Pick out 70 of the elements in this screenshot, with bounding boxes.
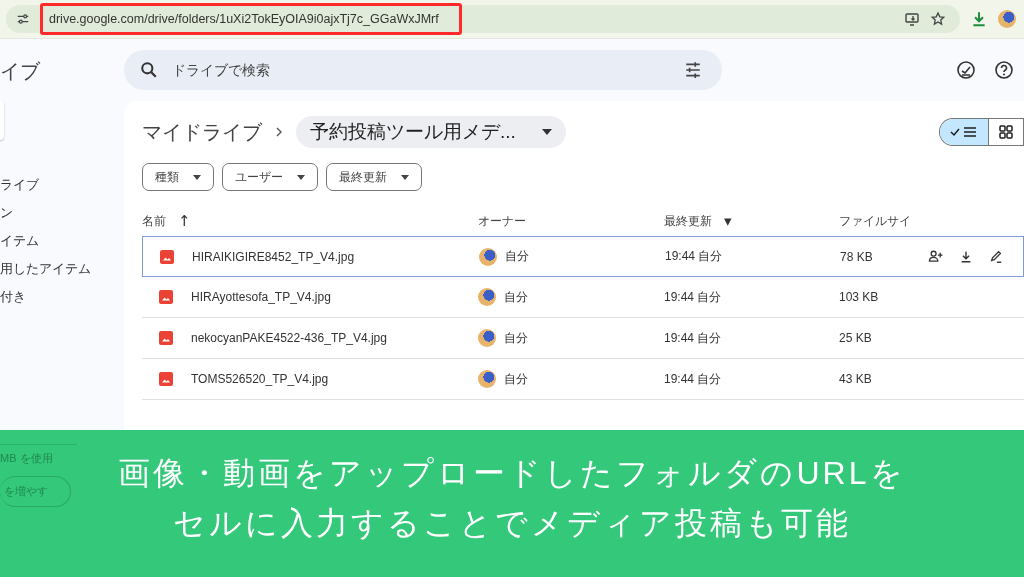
caret-icon [193, 174, 201, 180]
file-name: HIRAIKIGIRE8452_TP_V4.jpg [192, 249, 355, 264]
owner-name: 自分 [504, 370, 528, 388]
file-size: 43 KB [839, 372, 872, 386]
profile-avatar[interactable] [998, 10, 1016, 28]
app-title: イブ [0, 59, 41, 84]
image-file-icon [159, 290, 173, 304]
share-person-icon[interactable] [928, 249, 943, 264]
storage-usage: MB を使用 [0, 444, 77, 466]
column-header[interactable]: 名前 [142, 212, 166, 230]
list-view-button[interactable] [940, 119, 989, 145]
list-icon [950, 125, 978, 139]
image-file-icon [159, 331, 173, 345]
file-row[interactable]: HIRAIKIGIRE8452_TP_V4.jpg 自分 19:44 自分 78 KB [142, 236, 1024, 277]
file-size: 103 KB [839, 290, 879, 304]
breadcrumb-root[interactable]: マイドライブ [142, 118, 262, 146]
owner-avatar [478, 370, 496, 388]
search-field[interactable]: ドライブで検索 [170, 61, 672, 79]
sidebar-item[interactable]: ライブ [0, 176, 124, 204]
file-row[interactable]: nekocyanPAKE4522-436_TP_V4.jpg 自分 19:44 自分 25 KB [142, 318, 1024, 359]
search-bar[interactable]: ドライブで検索 [124, 50, 722, 90]
filter-chip[interactable]: 種類 [142, 163, 214, 191]
image-file-icon [160, 249, 174, 264]
sort-indicator[interactable]: ↑ [178, 212, 191, 230]
file-size: 25 KB [839, 331, 872, 345]
modified-time: 19:44 自分 [664, 370, 722, 388]
caption-text: セルに入力することでメディア投稿も可能 [173, 504, 851, 543]
owner-avatar [479, 247, 497, 266]
caret-icon [401, 174, 409, 180]
owner-avatar [478, 288, 496, 306]
caret-icon [297, 174, 305, 180]
sidebar-item[interactable]: 付き [0, 288, 124, 316]
chevron-right-icon [274, 127, 284, 137]
search-icon[interactable] [140, 61, 158, 79]
image-file-icon [159, 372, 173, 386]
file-size: 78 KB [840, 249, 873, 264]
site-settings-icon[interactable] [16, 12, 30, 26]
caret-icon [541, 129, 552, 135]
install-app-icon[interactable] [904, 11, 920, 27]
sort-indicator[interactable]: ▾ [724, 212, 732, 230]
sidebar-item[interactable]: イテム [0, 232, 124, 260]
filter-options-icon[interactable] [684, 61, 702, 79]
file-name: HIRAyottesofa_TP_V4.jpg [191, 290, 331, 304]
owner-avatar [478, 329, 496, 347]
column-header[interactable]: 最終更新 [664, 212, 712, 230]
rename-pencil-icon[interactable] [989, 249, 1003, 264]
file-name: TOMS526520_TP_V4.jpg [191, 372, 329, 386]
column-header[interactable]: オーナー [478, 212, 526, 230]
modified-time: 19:44 自分 [664, 288, 722, 306]
column-header[interactable]: ファイルサイ [839, 212, 911, 230]
download-icon[interactable] [959, 249, 973, 264]
owner-name: 自分 [504, 288, 528, 306]
filter-chip[interactable]: ユーザー [222, 163, 318, 191]
file-row[interactable]: HIRAyottesofa_TP_V4.jpg 自分 19:44 自分 103 KB [142, 277, 1024, 318]
grid-icon [999, 125, 1013, 139]
modified-time: 19:44 自分 [665, 248, 723, 265]
file-name: nekocyanPAKE4522-436_TP_V4.jpg [191, 331, 387, 345]
help-icon[interactable] [994, 60, 1014, 80]
file-row[interactable]: TOMS526520_TP_V4.jpg 自分 19:44 自分 43 KB [142, 359, 1024, 400]
caption-text: 画像・動画をアップロードしたフォルダのURLを [118, 454, 906, 493]
folder-breadcrumb[interactable]: 予約投稿ツール用メデ... [296, 116, 566, 148]
modified-time: 19:44 自分 [664, 329, 722, 347]
owner-name: 自分 [504, 329, 528, 347]
star-icon[interactable] [930, 11, 946, 27]
sidebar-item[interactable]: ン [0, 204, 124, 232]
filter-chip[interactable]: 最終更新 [326, 163, 422, 191]
owner-name: 自分 [505, 248, 529, 265]
address-field[interactable]: drive.google.com/drive/folders/1uXi2TokEyOIA9i0ajxTj7c_GGaWxJMrf [40, 3, 462, 35]
check-circle-icon[interactable] [956, 60, 976, 80]
sidebar-item[interactable]: 用したアイテム [0, 260, 124, 288]
